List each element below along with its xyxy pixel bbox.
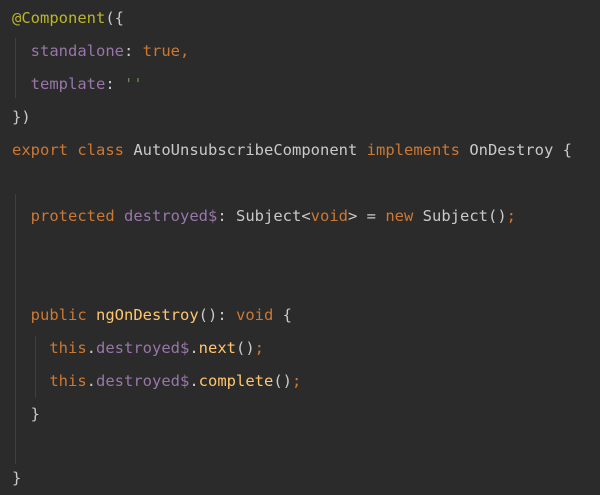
code-token: this <box>49 372 87 390</box>
code-token: () <box>236 339 255 357</box>
code-token: OnDestroy { <box>459 141 572 159</box>
code-line[interactable]: this.destroyed$.complete(); <box>12 365 301 398</box>
code-token: void <box>236 306 274 324</box>
code-token: : <box>105 75 124 93</box>
code-token: export <box>12 141 68 159</box>
code-token: > = <box>348 207 386 225</box>
code-token: . <box>86 339 96 357</box>
code-token: destroyed$ <box>96 372 190 390</box>
code-token: template <box>30 75 106 93</box>
code-token: } <box>12 405 40 423</box>
code-token: void <box>310 207 348 225</box>
code-token: class <box>77 141 125 159</box>
code-token: this <box>49 339 87 357</box>
code-token: . <box>189 339 199 357</box>
code-line[interactable]: public ngOnDestroy(): void { <box>12 299 292 332</box>
code-token: : Subject< <box>217 207 311 225</box>
code-line[interactable]: protected destroyed$: Subject<void> = ne… <box>12 200 516 233</box>
code-token: @Component <box>12 9 106 27</box>
code-token: public <box>30 306 87 324</box>
code-line[interactable]: template: '' <box>12 68 143 101</box>
code-token: ; <box>506 207 516 225</box>
code-token: { <box>273 306 292 324</box>
code-token: . <box>86 372 96 390</box>
code-token: destroyed$ <box>96 339 190 357</box>
code-line[interactable]: this.destroyed$.next(); <box>12 332 264 365</box>
code-token: complete <box>198 372 274 390</box>
code-token: () <box>273 372 292 390</box>
code-token: ({ <box>105 9 124 27</box>
code-token: ; <box>292 372 302 390</box>
code-token: implements <box>366 141 460 159</box>
code-token: . <box>189 372 199 390</box>
code-token: Subject() <box>413 207 507 225</box>
code-token: , <box>180 42 190 60</box>
code-token: : <box>124 42 143 60</box>
code-line[interactable]: } <box>12 398 40 431</box>
code-token: protected <box>30 207 115 225</box>
code-line[interactable]: }) <box>12 101 31 134</box>
code-token: } <box>12 469 22 487</box>
code-token: }) <box>12 108 31 126</box>
code-line[interactable]: } <box>12 462 21 495</box>
code-token: ngOnDestroy <box>96 306 199 324</box>
code-line[interactable]: export class AutoUnsubscribeComponent im… <box>12 134 572 167</box>
code-token: ; <box>254 339 265 357</box>
code-token: '' <box>124 75 143 93</box>
code-token: AutoUnsubscribeComponent <box>124 141 367 159</box>
code-token: (): <box>198 306 236 324</box>
code-token: new <box>385 207 414 225</box>
code-token: standalone <box>30 42 124 60</box>
code-token: true <box>142 42 180 60</box>
code-line[interactable]: standalone: true, <box>12 35 190 68</box>
code-line[interactable]: @Component({ <box>12 2 124 35</box>
code-editor[interactable]: @Component({ standalone: true, template:… <box>0 0 600 495</box>
code-token: next <box>198 339 236 357</box>
code-token: destroyed$ <box>124 207 218 225</box>
